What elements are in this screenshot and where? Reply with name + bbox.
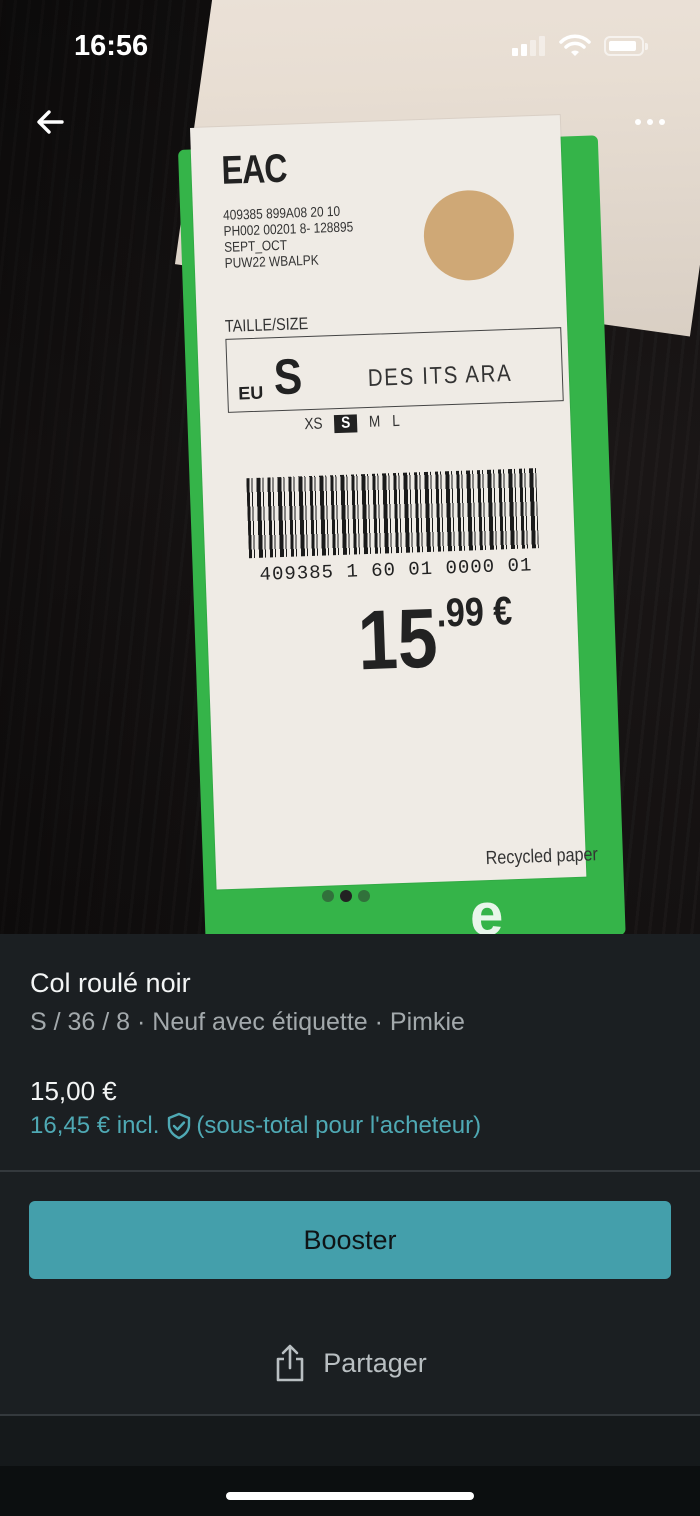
price-tag: EAC 409385 899A08 20 10 PH002 00201 8- 1… xyxy=(190,115,598,890)
tag-size-title: TAILLE/SIZE xyxy=(224,314,309,336)
home-indicator[interactable] xyxy=(226,1492,474,1500)
carousel-dot[interactable] xyxy=(322,890,334,902)
tag-size-box: EU S DES ITS ARA xyxy=(225,327,564,413)
battery-icon xyxy=(604,36,648,56)
tag-size-scale: XS S M L xyxy=(304,412,401,434)
tag-barcode-number: 409385 1 60 01 0000 01 xyxy=(259,554,533,586)
tag-logo: EAC xyxy=(220,146,288,193)
status-time: 16:56 xyxy=(74,30,149,62)
tag-barcode xyxy=(246,468,539,559)
cellular-signal-icon xyxy=(512,36,545,56)
listing-photo[interactable]: e EAC 409385 899A08 20 10 PH002 00201 8-… xyxy=(0,0,700,934)
tag-price: 15.99 € xyxy=(356,589,513,688)
item-subtitle: S / 36 / 8 · Neuf avec étiquette · Pimki… xyxy=(30,1008,465,1036)
wifi-icon xyxy=(559,34,591,56)
booster-button[interactable]: Booster xyxy=(29,1201,671,1279)
carousel-dot-active[interactable] xyxy=(340,890,352,902)
item-info: Col roulé noir S / 36 / 8 · Neuf avec ét… xyxy=(0,934,700,1172)
divider xyxy=(0,1170,700,1172)
back-button[interactable] xyxy=(28,100,72,144)
share-icon xyxy=(276,1344,304,1382)
tag-sticker xyxy=(422,188,516,282)
share-label: Partager xyxy=(323,1347,427,1378)
tag-recycled-label: Recycled paper xyxy=(485,844,599,870)
item-price: 15,00 € xyxy=(30,1076,117,1106)
tag-size: S xyxy=(272,348,304,406)
home-bar-area xyxy=(0,1466,700,1516)
tag-codes: 409385 899A08 20 10 PH002 00201 8- 12889… xyxy=(222,202,354,271)
buyer-price: 16,45 € incl. xyxy=(30,1112,160,1139)
more-options-button[interactable] xyxy=(620,100,680,144)
tag-other-sizes: DES ITS ARA xyxy=(367,359,513,392)
bottom-area xyxy=(0,1416,700,1466)
buyer-note: (sous-total pour l'acheteur) xyxy=(196,1112,482,1139)
share-button[interactable]: Partager xyxy=(0,1330,700,1396)
more-dots-icon xyxy=(635,119,641,125)
buyer-price-info[interactable]: 16,45 € incl. (sous-total pour l'acheteu… xyxy=(30,1112,481,1140)
green-tag-logo: e xyxy=(470,881,504,934)
shield-check-icon xyxy=(168,1112,191,1140)
carousel-dot[interactable] xyxy=(358,890,370,902)
status-bar: 16:56 xyxy=(0,0,700,90)
carousel-dots xyxy=(322,890,370,902)
item-title: Col roulé noir xyxy=(30,968,191,998)
arrow-left-icon xyxy=(37,110,64,134)
tag-eu-label: EU xyxy=(237,382,264,404)
